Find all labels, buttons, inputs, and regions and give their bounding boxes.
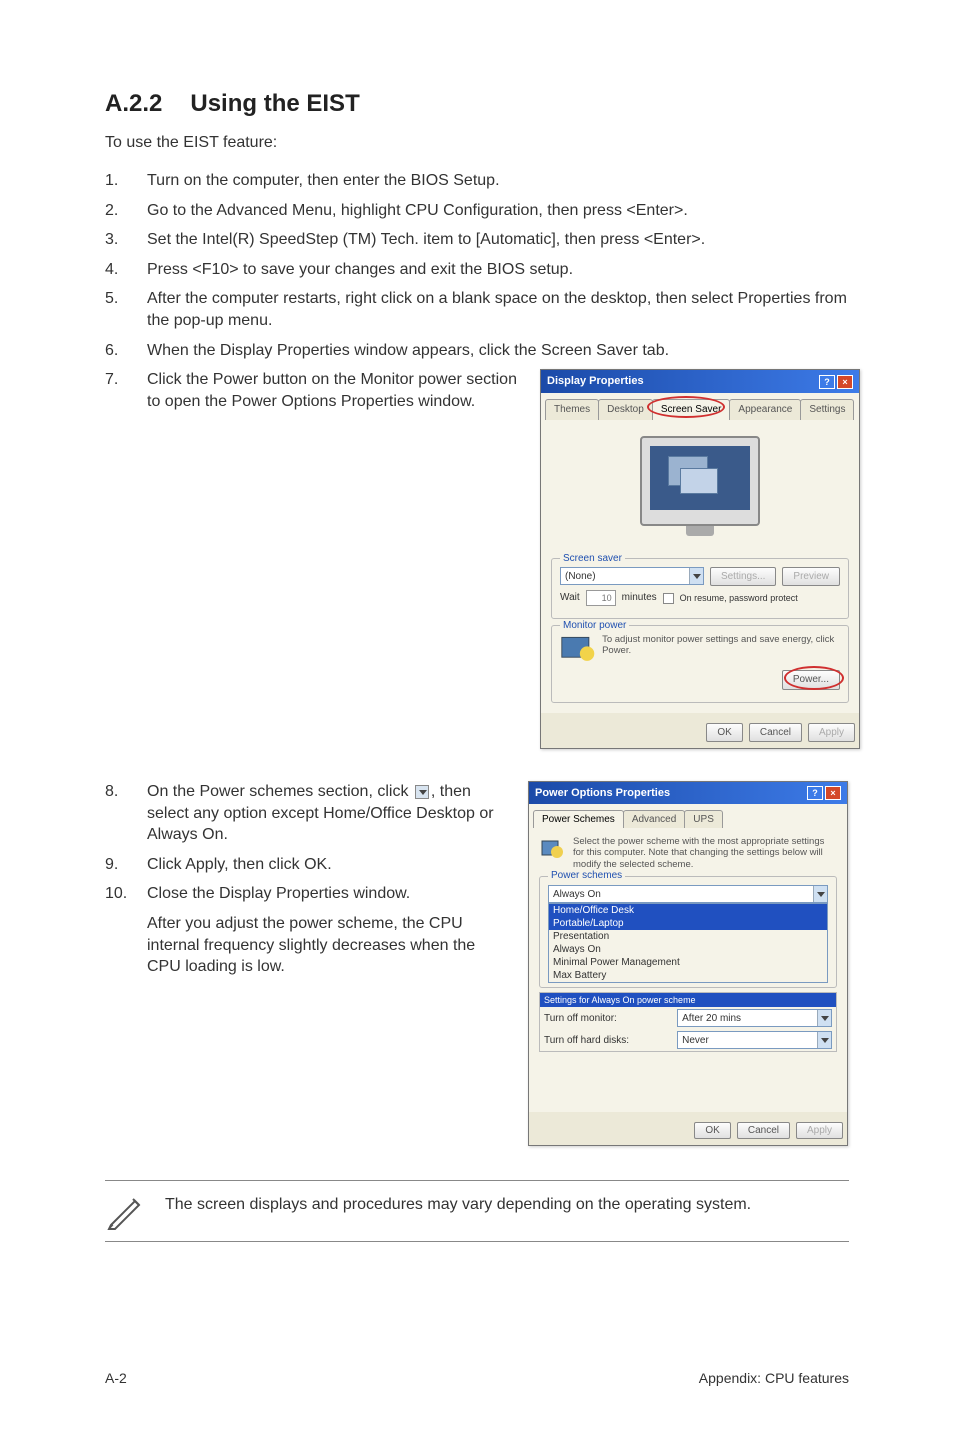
display-properties-dialog: Display Properties ? × Themes Desktop Sc… bbox=[540, 369, 860, 749]
dialog2-title: Power Options Properties bbox=[535, 787, 670, 799]
dropdown-arrow-icon bbox=[415, 785, 429, 799]
footer-section-label: Appendix: CPU features bbox=[699, 1370, 849, 1386]
section-heading: A.2.2 Using the EIST bbox=[105, 90, 849, 118]
power-scheme-icon bbox=[539, 836, 565, 862]
tab-power-schemes[interactable]: Power Schemes bbox=[533, 810, 624, 828]
ok-button[interactable]: OK bbox=[694, 1122, 730, 1139]
monitor-power-fieldset: Monitor power To adjust monitor power se… bbox=[551, 625, 849, 703]
tab-appearance[interactable]: Appearance bbox=[729, 399, 801, 420]
ok-button[interactable]: OK bbox=[706, 723, 742, 743]
note-text: The screen displays and procedures may v… bbox=[165, 1191, 751, 1216]
monitor-power-legend: Monitor power bbox=[560, 619, 629, 633]
power-scheme-select[interactable]: Always On bbox=[548, 885, 828, 903]
energy-star-icon bbox=[560, 634, 596, 666]
dialog2-tabs: Power Schemes Advanced UPS bbox=[529, 804, 847, 828]
step-6: 6.When the Display Properties window app… bbox=[105, 340, 849, 362]
footer-page-number: A-2 bbox=[105, 1370, 127, 1386]
dialog-tabs: Themes Desktop Screen Saver Appearance S… bbox=[541, 393, 859, 420]
turn-off-monitor-select[interactable]: After 20 mins bbox=[677, 1009, 832, 1027]
apply-button[interactable]: Apply bbox=[796, 1122, 843, 1139]
chevron-down-icon bbox=[817, 1010, 831, 1026]
tab-screen-saver[interactable]: Screen Saver bbox=[652, 399, 731, 420]
tab-themes[interactable]: Themes bbox=[545, 399, 599, 420]
dropdown-option[interactable]: Presentation bbox=[549, 930, 827, 943]
power-options-dialog: Power Options Properties ? × Power Schem… bbox=[528, 781, 848, 1146]
help-button[interactable]: ? bbox=[819, 375, 835, 389]
power-scheme-dropdown: Home/Office Desk Portable/Laptop Present… bbox=[548, 903, 828, 983]
chevron-down-icon bbox=[817, 1032, 831, 1048]
settings-table: Settings for Always On power scheme Turn… bbox=[539, 992, 837, 1052]
section-number: A.2.2 bbox=[105, 90, 162, 118]
tab-advanced[interactable]: Advanced bbox=[623, 810, 685, 828]
resume-password-checkbox[interactable] bbox=[663, 593, 674, 604]
step-4: 4.Press <F10> to save your changes and e… bbox=[105, 259, 849, 281]
section-title: Using the EIST bbox=[190, 90, 359, 117]
screensaver-select[interactable]: (None) bbox=[560, 567, 704, 585]
step-3: 3.Set the Intel(R) SpeedStep (TM) Tech. … bbox=[105, 229, 849, 251]
step-2: 2.Go to the Advanced Menu, highlight CPU… bbox=[105, 200, 849, 222]
chevron-down-icon bbox=[689, 568, 703, 584]
dropdown-option[interactable]: Max Battery bbox=[549, 969, 827, 982]
power-button[interactable]: Power... bbox=[782, 670, 840, 690]
apply-button[interactable]: Apply bbox=[808, 723, 855, 743]
pencil-note-icon bbox=[105, 1191, 145, 1231]
step-10: 10.Close the Display Properties window. bbox=[105, 883, 510, 905]
intro-text: To use the EIST feature: bbox=[105, 134, 849, 152]
preview-button[interactable]: Preview bbox=[782, 567, 840, 587]
settings-button[interactable]: Settings... bbox=[710, 567, 776, 587]
step-1: 1.Turn on the computer, then enter the B… bbox=[105, 170, 849, 192]
power-schemes-legend: Power schemes bbox=[548, 870, 625, 881]
cancel-button[interactable]: Cancel bbox=[737, 1122, 790, 1139]
close-button[interactable]: × bbox=[825, 786, 841, 800]
note-block: The screen displays and procedures may v… bbox=[105, 1180, 849, 1242]
wait-field[interactable]: 10 bbox=[586, 590, 616, 606]
step-8: 8. On the Power schemes section, click ,… bbox=[105, 781, 510, 846]
screensaver-fieldset: Screen saver (None) Settings... Preview bbox=[551, 558, 849, 620]
step-7: 7. Click the Power button on the Monitor… bbox=[105, 369, 849, 749]
dialog-titlebar: Display Properties ? × bbox=[541, 370, 859, 393]
tab-ups[interactable]: UPS bbox=[684, 810, 723, 828]
dropdown-option[interactable]: Minimal Power Management bbox=[549, 956, 827, 969]
close-button[interactable]: × bbox=[837, 375, 853, 389]
turn-off-harddisk-select[interactable]: Never bbox=[677, 1031, 832, 1049]
help-button[interactable]: ? bbox=[807, 786, 823, 800]
chevron-down-icon bbox=[813, 886, 827, 902]
step-9: 9.Click Apply, then click OK. bbox=[105, 854, 510, 876]
screensaver-legend: Screen saver bbox=[560, 552, 625, 566]
tab-settings[interactable]: Settings bbox=[800, 399, 854, 420]
dialog-title: Display Properties bbox=[547, 374, 644, 389]
cancel-button[interactable]: Cancel bbox=[749, 723, 802, 743]
power-schemes-fieldset: Power schemes Always On Home/Office Desk… bbox=[539, 876, 837, 988]
dropdown-option[interactable]: Portable/Laptop bbox=[549, 917, 827, 930]
step-5: 5.After the computer restarts, right cli… bbox=[105, 288, 849, 331]
dialog2-titlebar: Power Options Properties ? × bbox=[529, 782, 847, 804]
dropdown-option[interactable]: Home/Office Desk bbox=[549, 904, 827, 917]
tab-desktop[interactable]: Desktop bbox=[598, 399, 653, 420]
monitor-preview-icon bbox=[630, 436, 770, 546]
dropdown-option[interactable]: Always On bbox=[549, 943, 827, 956]
page-footer: A-2 Appendix: CPU features bbox=[105, 1370, 849, 1386]
after-adjust-text: After you adjust the power scheme, the C… bbox=[147, 913, 510, 978]
